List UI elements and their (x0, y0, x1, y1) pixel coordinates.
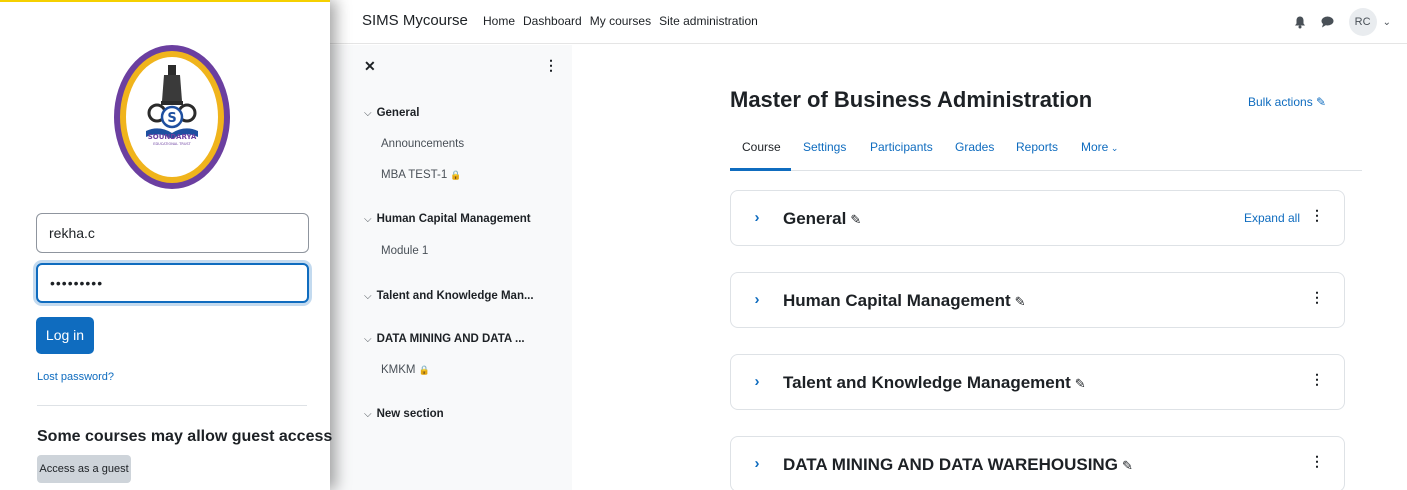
course-section-card: › DATA MINING AND DATA WAREHOUSING ✎ ⋮ (730, 436, 1345, 490)
svg-text:S: S (167, 111, 176, 126)
course-index-section-human-capital[interactable]: ⌵ Human Capital Management (364, 213, 531, 225)
guest-access-heading: Some courses may allow guest access (37, 428, 333, 445)
soundarya-logo: S (114, 45, 230, 189)
course-index-section-label: DATA MINING AND DATA ... (376, 333, 525, 345)
section-title: Talent and Knowledge Management ✎ (783, 373, 1086, 393)
tab-more-label: More (1081, 140, 1109, 154)
user-avatar[interactable]: RC (1348, 8, 1377, 36)
password-field[interactable]: ••••••••• (36, 263, 309, 303)
chat-icon[interactable] (1321, 15, 1335, 29)
course-index-section-new-section[interactable]: ⌵ New section (364, 408, 444, 420)
course-index-item-announcements[interactable]: Announcements (381, 138, 464, 150)
course-index-item-module-1[interactable]: Module 1 (381, 245, 428, 257)
chevron-right-icon[interactable]: › (746, 371, 768, 393)
section-title-text: Human Capital Management (783, 291, 1011, 310)
section-title-text: Talent and Knowledge Management (783, 373, 1071, 392)
course-index-section-label: Talent and Knowledge Man... (376, 290, 534, 302)
top-navbar: SIMS Mycourse Home Dashboard My courses … (330, 0, 1407, 44)
logo-subtext: EDUCATIONAL TRUST (153, 142, 191, 146)
course-index-item-label: KMKM (381, 364, 416, 376)
course-index-section-label: New section (376, 408, 444, 420)
pencil-icon[interactable]: ✎ (850, 212, 861, 227)
chevron-down-icon: ⌵ (364, 108, 372, 119)
course-main-content: Master of Business Administration Bulk a… (572, 45, 1407, 490)
username-field[interactable]: rekha.c (36, 213, 309, 253)
tab-grades[interactable]: Grades (955, 140, 994, 154)
login-panel: S SOUNDARYA EDUCATIONAL TRUST rekha.c ••… (0, 0, 333, 490)
course-section-card: › Human Capital Management ✎ ⋮ (730, 272, 1345, 328)
course-index-section-data-mining[interactable]: ⌵ DATA MINING AND DATA ... (364, 333, 525, 345)
section-title-text: General (783, 209, 847, 228)
expand-all-link[interactable]: Expand all (1244, 211, 1300, 225)
tab-settings[interactable]: Settings (803, 140, 846, 154)
bell-icon[interactable] (1293, 15, 1307, 29)
chevron-right-icon[interactable]: › (746, 453, 768, 475)
course-secondary-nav: Course Settings Participants Grades Repo… (730, 133, 1362, 171)
chevron-down-icon: ⌵ (364, 334, 372, 345)
active-tab-indicator (730, 168, 791, 171)
user-menu-area: RC ⌄ (1293, 8, 1391, 36)
course-index-item-label: MBA TEST-1 (381, 169, 448, 181)
pencil-icon[interactable]: ✎ (1015, 294, 1026, 309)
pencil-icon: ✎ (1316, 95, 1327, 109)
login-button[interactable]: Log in (36, 317, 94, 354)
chevron-down-icon: ⌄ (1108, 143, 1119, 153)
pencil-icon[interactable]: ✎ (1075, 376, 1086, 391)
tab-participants[interactable]: Participants (870, 140, 933, 154)
course-index-section-label: General (376, 107, 420, 119)
primary-navigation: Home Dashboard My courses Site administr… (483, 14, 758, 28)
close-icon[interactable]: ✕ (364, 58, 376, 75)
chevron-right-icon[interactable]: › (746, 207, 768, 229)
section-title: Human Capital Management ✎ (783, 291, 1026, 311)
top-accent-bar (0, 0, 330, 2)
section-title: General ✎ (783, 209, 861, 229)
chevron-down-icon: ⌵ (364, 409, 372, 420)
lock-icon: 🔒 (418, 365, 430, 375)
section-menu-icon[interactable]: ⋮ (1310, 453, 1324, 470)
site-brand[interactable]: SIMS Mycourse (362, 12, 468, 29)
course-index-section-talent[interactable]: ⌵ Talent and Knowledge Man... (364, 290, 534, 302)
bulk-actions-label: Bulk actions (1248, 95, 1313, 109)
chevron-down-icon: ⌵ (364, 291, 372, 302)
nav-home[interactable]: Home (483, 14, 515, 28)
lost-password-link[interactable]: Lost password? (37, 371, 114, 383)
nav-my-courses[interactable]: My courses (590, 14, 651, 28)
chevron-down-icon[interactable]: ⌄ (1383, 17, 1391, 28)
section-menu-icon[interactable]: ⋮ (1310, 371, 1324, 388)
course-index-section-general[interactable]: ⌵ General (364, 107, 419, 119)
pencil-icon[interactable]: ✎ (1122, 458, 1133, 473)
tab-more[interactable]: More ⌄ (1081, 140, 1118, 154)
chevron-right-icon[interactable]: › (746, 289, 768, 311)
course-index-item-kmkm[interactable]: KMKM 🔒 (381, 364, 430, 376)
drawer-menu-icon[interactable]: ⋮ (544, 57, 558, 74)
nav-dashboard[interactable]: Dashboard (523, 14, 582, 28)
section-menu-icon[interactable]: ⋮ (1310, 207, 1324, 224)
bulk-actions-button[interactable]: Bulk actions ✎ (1248, 95, 1326, 109)
tab-course[interactable]: Course (742, 140, 781, 154)
lock-icon: 🔒 (450, 170, 462, 180)
course-index-drawer: ✕ ⋮ ⌵ General Announcements MBA TEST-1 🔒 ⌵… (330, 45, 572, 490)
course-section-card: › Talent and Knowledge Management ✎ ⋮ (730, 354, 1345, 410)
section-title-text: DATA MINING AND DATA WAREHOUSING (783, 455, 1118, 474)
page-title: Master of Business Administration (730, 87, 1093, 112)
logo-wordmark: SOUNDARYA (147, 133, 197, 141)
course-section-card: › General ✎ Expand all ⋮ (730, 190, 1345, 246)
guest-access-button[interactable]: Access as a guest (37, 455, 131, 483)
chevron-down-icon: ⌵ (364, 214, 372, 225)
section-title: DATA MINING AND DATA WAREHOUSING ✎ (783, 455, 1133, 475)
course-index-section-label: Human Capital Management (376, 213, 531, 225)
divider (37, 405, 307, 406)
section-menu-icon[interactable]: ⋮ (1310, 289, 1324, 306)
tab-reports[interactable]: Reports (1016, 140, 1058, 154)
nav-site-administration[interactable]: Site administration (659, 14, 758, 28)
course-index-item-mba-test-1[interactable]: MBA TEST-1 🔒 (381, 169, 461, 181)
